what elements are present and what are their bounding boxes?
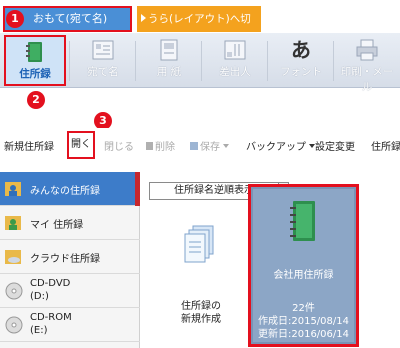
shared-folder-icon (4, 178, 24, 200)
backup-button[interactable]: バックアップ (246, 138, 315, 153)
ribbon-divider (135, 41, 136, 81)
addressbook-list-panel: 住所録名逆順表示 住所録の 新規作成 会社用住所録 22件 作成日:2015/0… (141, 172, 400, 348)
drive-name: CD-DVD (30, 278, 71, 289)
drive-letter: (E:) (30, 325, 48, 336)
selection-marker (135, 172, 140, 206)
address-label-icon (90, 38, 116, 62)
ribbon-addressbook-button[interactable]: 住所録 (4, 35, 66, 86)
new-addressbook-caption: 住所録の 新規作成 (151, 300, 251, 326)
new-card-line1: 住所録の (181, 301, 221, 312)
ribbon-address-label-button[interactable]: 宛て名 (72, 35, 134, 86)
sidebar-item-cd-rom[interactable]: CD-ROM (E:) (0, 308, 140, 342)
addressbook-name: 会社用住所録 (273, 270, 334, 281)
play-arrow-icon (141, 14, 146, 22)
user-folder-icon (4, 212, 24, 234)
ribbon-toolbar: 住所録 2 宛て名 用 紙 差出人 あ フォント 印刷・メール (0, 33, 400, 109)
save-label: 保存 (200, 142, 220, 153)
disc-icon (4, 314, 24, 336)
ribbon-sender-button[interactable]: 差出人 (204, 35, 266, 86)
sidebar: みんなの住所録 マイ 住所録 クラウド住所録 CD-DVD (D:) CD-RO… (0, 172, 140, 348)
ribbon-divider (69, 41, 70, 81)
delete-button[interactable]: 削除 (146, 138, 175, 153)
font-icon: あ (288, 38, 314, 62)
command-toolbar: 新規住所録 開く 閉じる 削除 保存 バックアップ 設定変更 住所録 (0, 128, 400, 164)
sidebar-item-cd-dvd[interactable]: CD-DVD (D:) (0, 274, 140, 308)
ribbon-addressbook-label: 住所録 (19, 68, 51, 80)
close-button[interactable]: 閉じる (104, 138, 134, 153)
sidebar-item-label: マイ 住所録 (30, 220, 84, 231)
sidebar-item-shared-addressbook[interactable]: みんなの住所録 (0, 172, 140, 206)
backup-label: バックアップ (246, 142, 306, 153)
ribbon-print-mail-label: 印刷・メール (340, 66, 394, 93)
ribbon-font-button[interactable]: あ フォント (270, 35, 332, 86)
new-addressbook-card[interactable]: 住所録の 新規作成 (151, 212, 251, 332)
sidebar-item-cloud-addressbook[interactable]: クラウド住所録 (0, 240, 140, 274)
ribbon-address-label: 宛て名 (87, 66, 119, 78)
cloud-folder-icon (4, 246, 24, 268)
drive-name: CD-ROM (30, 312, 72, 323)
ribbon-paper-label: 用 紙 (156, 66, 182, 78)
addressbook-menu-button[interactable]: 住所録 (371, 138, 400, 153)
green-book-icon (287, 199, 319, 246)
step-badge-1: 1 (6, 10, 24, 28)
side-tab-bar: おもて(宛て名) 1 うら(レイアウト)へ切替 (0, 0, 400, 51)
new-addressbook-button[interactable]: 新規住所録 (4, 138, 54, 153)
settings-button[interactable]: 設定変更 (315, 138, 355, 153)
sidebar-item-my-addressbook[interactable]: マイ 住所録 (0, 206, 140, 240)
save-button[interactable]: 保存 (190, 138, 229, 153)
trash-icon (146, 142, 153, 150)
sidebar-item-label: CD-DVD (D:) (30, 277, 70, 303)
new-addressbook-icon (183, 224, 219, 267)
ribbon-sender-label: 差出人 (219, 66, 251, 78)
paper-icon (156, 38, 182, 62)
delete-label: 削除 (155, 142, 175, 153)
sidebar-item-label: CD-ROM (E:) (30, 311, 72, 337)
sidebar-item-label: クラウド住所録 (30, 254, 100, 265)
address-book-icon (22, 40, 48, 64)
company-addressbook-card[interactable]: 会社用住所録 22件 作成日:2015/08/14 更新日:2016/06/14 (248, 184, 359, 347)
ribbon-divider (333, 41, 334, 81)
ribbon-paper-button[interactable]: 用 紙 (138, 35, 200, 86)
tab-front-label: おもて(宛て名) (33, 12, 108, 25)
ribbon-divider (267, 41, 268, 81)
app-window: おもて(宛て名) 1 うら(レイアウト)へ切替 住所録 2 (0, 0, 400, 348)
sidebar-item-label: みんなの住所録 (30, 186, 100, 197)
ribbon-font-label: フォント (280, 66, 322, 78)
disc-icon (4, 280, 24, 302)
step-badge-2: 2 (27, 91, 45, 109)
new-card-line2: 新規作成 (181, 314, 221, 325)
updated-date: 更新日:2016/06/14 (257, 329, 349, 340)
card-body: 会社用住所録 22件 作成日:2015/08/14 更新日:2016/06/14 (253, 189, 354, 342)
open-button[interactable]: 開く (67, 131, 95, 159)
font-icon-glyph: あ (291, 38, 311, 62)
print-icon (354, 38, 380, 62)
save-icon (190, 142, 198, 150)
sender-icon (222, 38, 248, 62)
drive-letter: (D:) (30, 291, 49, 302)
ribbon-print-mail-button[interactable]: 印刷・メール (336, 35, 398, 93)
chevron-down-icon (223, 144, 229, 148)
tab-back-layout-switch[interactable]: うら(レイアウト)へ切替 (137, 6, 261, 51)
ribbon-divider (201, 41, 202, 81)
